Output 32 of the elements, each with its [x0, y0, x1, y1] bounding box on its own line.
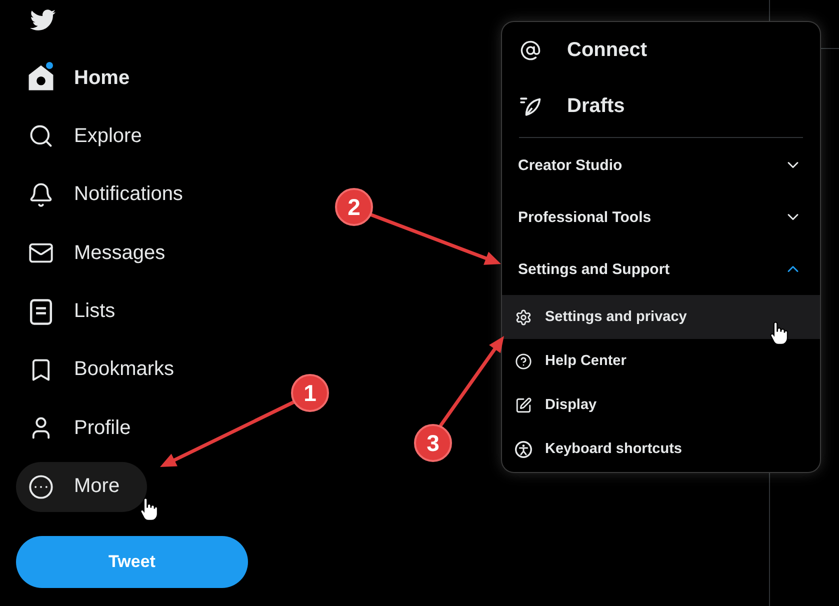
bell-icon: [28, 182, 54, 208]
step-marker: 3: [414, 424, 452, 462]
step-marker: 1: [291, 374, 329, 412]
nav-link[interactable]: Bookmarks: [16, 344, 202, 395]
help-icon: [515, 352, 532, 370]
feather-icon: [520, 96, 541, 116]
hand-cursor-icon: [770, 321, 788, 346]
at-sign-icon: [520, 40, 541, 60]
hand-cursor-icon: [140, 496, 158, 522]
nav-link[interactable]: Lists: [16, 286, 142, 337]
nav-link[interactable]: Notifications: [16, 170, 210, 220]
nav-link[interactable]: Explore: [16, 111, 169, 162]
submenu-item[interactable]: Keyboard shortcuts: [502, 427, 820, 471]
nav-link[interactable]: Messages: [16, 228, 192, 278]
bird-logo-icon[interactable]: [29, 9, 56, 31]
nav-link[interactable]: Home: [16, 53, 157, 103]
house-icon: [28, 65, 54, 91]
submenu-item[interactable]: Display: [502, 383, 820, 427]
search-icon: [28, 123, 54, 150]
accessibility-icon: [515, 440, 532, 458]
submenu-item[interactable]: Help Center: [502, 339, 820, 383]
step-marker: 2: [335, 188, 373, 226]
more-icon: [28, 474, 54, 500]
menu-item[interactable]: Drafts: [502, 78, 820, 134]
edit-icon: [515, 396, 532, 414]
menu-section-toggle[interactable]: Settings and Support: [502, 243, 820, 295]
nav-link[interactable]: Profile: [16, 403, 158, 454]
menu-section-toggle[interactable]: Creator Studio: [502, 139, 820, 191]
list-icon: [28, 298, 54, 325]
menu-item[interactable]: Connect: [502, 22, 820, 78]
menu-section-toggle[interactable]: Professional Tools: [502, 191, 820, 243]
settings-icon: [515, 308, 532, 326]
